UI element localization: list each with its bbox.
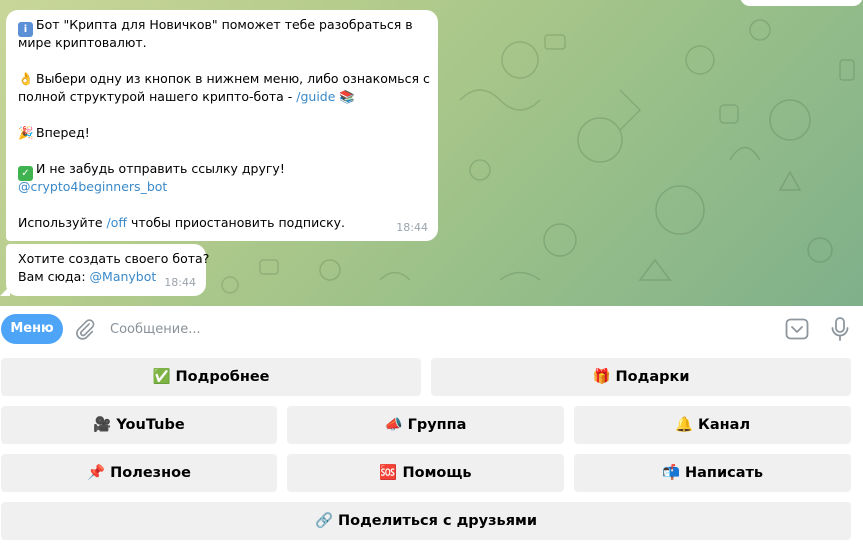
message-input[interactable] <box>110 316 750 342</box>
keyboard-button-pomosch[interactable]: 🆘 Помощь <box>287 454 564 492</box>
message-text: мире криптовалют. <box>18 35 147 50</box>
message-text: Вперед! <box>36 125 90 140</box>
keyboard-button-label: Канал <box>698 417 751 433</box>
keyboard-button-podarki[interactable]: 🎁 Подарки <box>431 358 851 396</box>
keyboard-button-label: Подарки <box>615 369 690 385</box>
keyboard-toggle-icon[interactable] <box>785 318 809 340</box>
off-command-link[interactable]: /off <box>107 215 127 230</box>
keyboard-button-gruppa[interactable]: 📣 Группа <box>287 406 564 444</box>
message-text: Используйте <box>18 215 107 230</box>
previous-message-edge <box>740 0 863 6</box>
keyboard-button-label: Группа <box>407 417 467 433</box>
keyboard-button-label: YouTube <box>116 417 185 433</box>
menu-button[interactable]: Меню <box>1 314 63 344</box>
message-text: И не забудь отправить ссылку другу! <box>36 161 285 176</box>
reply-keyboard: ✅ Подробнее 🎁 Подарки 🎥 YouTube 📣 Группа 🔔 Ка… <box>0 352 863 546</box>
message-text: полной структурой нашего крипто-бота - <box>18 89 297 104</box>
keyboard-button-napisat[interactable]: 📬 Написать <box>574 454 851 492</box>
bot-username-link[interactable]: @crypto4beginners_bot <box>18 179 167 194</box>
keyboard-button-share[interactable]: 🔗 Поделиться с друзьями <box>1 502 851 540</box>
keyboard-button-podrobnee[interactable]: ✅ Подробнее <box>1 358 421 396</box>
message-time: 18:44 <box>396 221 428 234</box>
sos-icon: 🆘 <box>379 465 398 481</box>
party-popper-icon: 🎉 <box>18 125 34 140</box>
manybot-link[interactable]: @Manybot <box>90 269 157 284</box>
pushpin-icon: 📌 <box>87 465 106 481</box>
message-text: Выбери одну из кнопок в нижнем меню, либ… <box>36 71 430 86</box>
video-camera-icon: 🎥 <box>93 417 112 433</box>
message-input-bar: Меню <box>0 306 863 352</box>
keyboard-button-label: Подробнее <box>175 369 270 385</box>
keyboard-button-youtube[interactable]: 🎥 YouTube <box>1 406 277 444</box>
megaphone-icon: 📣 <box>384 417 403 433</box>
keyboard-button-poleznoe[interactable]: 📌 Полезное <box>1 454 277 492</box>
chat-area: i Бот "Крипта для Новичков" поможет тебе … <box>0 0 863 306</box>
keyboard-button-label: Помощь <box>402 465 472 481</box>
gift-icon: 🎁 <box>592 369 611 385</box>
paperclip-icon[interactable] <box>74 318 96 340</box>
keyboard-button-kanal[interactable]: 🔔 Канал <box>574 406 851 444</box>
message-bubble[interactable]: i Бот "Крипта для Новичков" поможет тебе … <box>6 10 438 241</box>
message-text: чтобы приостановить подписку. <box>127 215 346 230</box>
guide-command-link[interactable]: /guide <box>296 89 335 104</box>
message-text: Бот "Крипта для Новичков" поможет тебе р… <box>36 17 413 32</box>
message-bubble[interactable]: Хотите создать своего бота? Вам сюда: @M… <box>6 244 210 296</box>
keyboard-button-label: Поделиться с друзьями <box>338 513 538 529</box>
message-text: Вам сюда: <box>18 269 90 284</box>
bell-icon: 🔔 <box>674 417 693 433</box>
keyboard-button-label: Полезное <box>110 465 191 481</box>
link-icon: 🔗 <box>314 513 333 529</box>
message-time: 18:44 <box>164 276 196 289</box>
mailbox-icon: 📬 <box>661 465 680 481</box>
microphone-icon[interactable] <box>829 316 851 342</box>
ok-hand-icon: 👌 <box>18 71 34 86</box>
keyboard-button-label: Написать <box>685 465 764 481</box>
books-icon: 📚 <box>339 89 355 104</box>
check-mark-icon: ✅ <box>152 369 171 385</box>
message-text: Хотите создать своего бота? <box>18 251 210 266</box>
